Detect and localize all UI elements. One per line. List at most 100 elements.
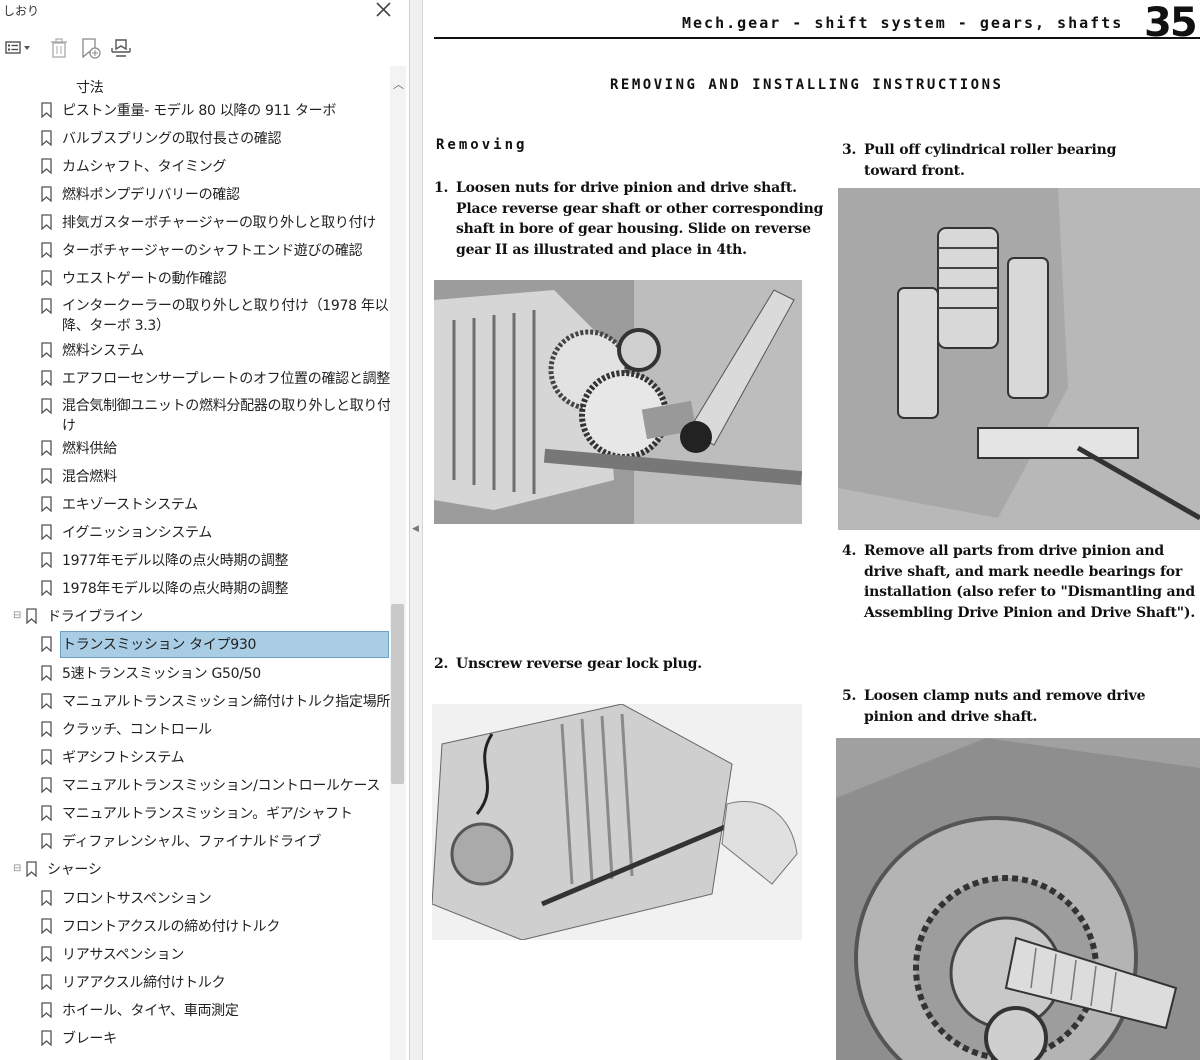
bookmark-item[interactable]: ⊟ シャーシ — [0, 856, 392, 884]
bookmark-label: 1977年モデル以降の点火時期の調整 — [62, 553, 289, 569]
step-2: 2. Unscrew reverse gear lock plug. — [434, 654, 702, 675]
bookmark-icon — [41, 440, 52, 456]
bookmark-item[interactable]: エアフローセンサープレートのオフ位置の確認と調整 — [0, 365, 392, 393]
step-number: 1. — [434, 180, 449, 196]
bookmark-label: フロントアクスルの締め付けトルク — [62, 919, 281, 935]
step-1: 1. Loosen nuts for drive pinion and drive… — [434, 178, 823, 260]
bookmark-item[interactable]: トランスミッション タイプ930 — [0, 631, 392, 659]
bookmark-icon — [41, 298, 52, 314]
bookmark-item[interactable]: ターボチャージャーのシャフトエンド遊びの確認 — [0, 237, 392, 265]
bookmark-label: ドライブライン — [47, 609, 143, 625]
find-current-bookmark-icon[interactable] — [108, 36, 134, 60]
new-bookmark-icon[interactable] — [78, 36, 102, 60]
bookmark-item[interactable]: 5速トランスミッション G50/50 — [0, 660, 392, 688]
bookmark-icon — [26, 608, 37, 624]
page-number: 35 — [1144, 0, 1198, 46]
bookmark-item[interactable]: マニュアルトランスミッション。ギア/シャフト — [0, 800, 392, 828]
step-3: 3. Pull off cylindrical roller bearing to… — [842, 140, 1116, 181]
bookmark-item[interactable]: リアサスペンション — [0, 941, 392, 969]
photo-gear-housing — [434, 280, 802, 524]
bookmark-item[interactable]: 1978年モデル以降の点火時期の調整 — [0, 575, 392, 603]
bookmark-icon — [41, 102, 52, 118]
step-text: Loosen nuts for drive pinion and drive s… — [456, 180, 824, 258]
bookmark-item[interactable]: リアアクスル締付けトルク — [0, 969, 392, 997]
section-heading: Removing — [436, 137, 528, 153]
bookmark-item[interactable]: フロントアクスルの締め付けトルク — [0, 913, 392, 941]
bookmarks-title: しおり — [3, 4, 40, 18]
bookmarks-scrollbar[interactable] — [390, 66, 406, 1060]
bookmark-label: エキゾーストシステム — [62, 497, 198, 513]
step-number: 5. — [842, 688, 857, 704]
bookmark-item[interactable]: フロントサスペンション — [0, 885, 392, 913]
bookmark-item[interactable]: エキゾーストシステム — [0, 491, 392, 519]
bookmark-icon — [41, 524, 52, 540]
scrollbar-thumb[interactable] — [391, 604, 404, 784]
bookmark-item[interactable]: マニュアルトランスミッション締付けトルク指定場所 — [0, 688, 392, 716]
bookmark-label: マニュアルトランスミッション。ギア/シャフト — [62, 806, 353, 822]
bookmark-label: ピストン重量- モデル 80 以降の 911 ターボ — [62, 103, 337, 119]
bookmark-icon — [41, 805, 52, 821]
bookmark-item[interactable]: ブレーキ — [0, 1025, 392, 1053]
bookmark-item[interactable]: インタークーラーの取り外しと取り付け（1978 年以降、ターボ 3.3） — [0, 293, 392, 334]
collapse-toggle-icon[interactable]: ⊟ — [13, 863, 21, 874]
bookmark-item[interactable]: ホイール、タイヤ、車両測定 — [0, 997, 392, 1025]
bookmark-item[interactable]: バルブスプリングの取付長さの確認 — [0, 125, 392, 153]
bookmark-label: ディファレンシャル、ファイナルドライブ — [62, 834, 322, 850]
photo-drive-shaft — [836, 738, 1200, 1060]
bookmark-icon — [41, 580, 52, 596]
photo-lock-plug — [432, 704, 802, 940]
bookmark-item[interactable]: ピストン重量- モデル 80 以降の 911 ターボ — [0, 97, 392, 125]
bookmark-item[interactable]: クラッチ、コントロール — [0, 716, 392, 744]
bookmark-label: フロントサスペンション — [62, 891, 212, 907]
bookmark-icon — [41, 242, 52, 258]
scroll-up-chevron-icon[interactable]: ︿ — [393, 76, 404, 92]
bookmark-item[interactable]: 燃料ポンプデリバリーの確認 — [0, 181, 392, 209]
bookmarks-panel: しおり 寸法 ピストン重量- モデル 80 以降の 911 ターボ バルブスプリ… — [0, 0, 410, 1060]
bookmark-item[interactable]: 燃料供給 — [0, 435, 392, 463]
bookmark-item[interactable]: ウエストゲートの動作確認 — [0, 265, 392, 293]
bookmark-item[interactable]: 排気ガスターボチャージャーの取り外しと取り付け — [0, 209, 392, 237]
options-menu-icon[interactable] — [4, 36, 32, 60]
bookmark-label: ホイール、タイヤ、車両測定 — [62, 1003, 239, 1019]
bookmark-item[interactable]: ⊟ ドライブライン — [0, 603, 392, 631]
collapse-toggle-icon[interactable]: ⊟ — [13, 610, 21, 621]
delete-bookmark-icon[interactable] — [48, 36, 70, 60]
bookmark-item[interactable]: 混合気制御ユニットの燃料分配器の取り外しと取り付け — [0, 393, 392, 434]
bookmark-label: イグニッションシステム — [62, 525, 212, 541]
bookmark-label: クラッチ、コントロール — [62, 722, 212, 738]
step-text: Pull off cylindrical roller bearing towa… — [864, 142, 1117, 179]
bookmark-item[interactable]: カムシャフト、タイミング — [0, 153, 392, 181]
step-number: 3. — [842, 142, 857, 158]
bookmark-label: カムシャフト、タイミング — [62, 159, 227, 175]
bookmark-label: トランスミッション タイプ930 — [62, 637, 257, 653]
bookmark-label: 5速トランスミッション G50/50 — [62, 666, 261, 682]
bookmark-tree: 寸法 ピストン重量- モデル 80 以降の 911 ターボ バルブスプリングの取付長… — [0, 66, 392, 1060]
bookmark-icon — [41, 342, 52, 358]
bookmark-icon — [41, 214, 52, 230]
bookmark-label: エアフローセンサープレートのオフ位置の確認と調整 — [62, 371, 390, 387]
bookmark-icon — [41, 186, 52, 202]
photo-roller-bearing — [838, 188, 1200, 530]
bookmark-item[interactable]: ギアシフトシステム — [0, 744, 392, 772]
step-text: Unscrew reverse gear lock plug. — [456, 656, 702, 672]
bookmark-icon — [41, 552, 52, 568]
bookmark-icon — [41, 946, 52, 962]
bookmark-item[interactable]: 1977年モデル以降の点火時期の調整 — [0, 547, 392, 575]
step-text: Remove all parts from drive pinion and d… — [864, 543, 1196, 621]
bookmark-item[interactable]: ディファレンシャル、ファイナルドライブ — [0, 828, 392, 856]
bookmark-item[interactable]: 混合燃料 — [0, 463, 392, 491]
header-rule — [434, 37, 1200, 39]
close-icon[interactable] — [372, 0, 394, 22]
bookmark-label: ターボチャージャーのシャフトエンド遊びの確認 — [62, 243, 363, 259]
bookmark-label: ギアシフトシステム — [62, 750, 185, 766]
bookmark-label: 燃料ポンプデリバリーの確認 — [62, 187, 240, 203]
bookmark-item[interactable]: 燃料システム — [0, 337, 392, 365]
bookmark-icon — [41, 918, 52, 934]
bookmarks-header: しおり — [0, 0, 409, 24]
bookmark-label: 1978年モデル以降の点火時期の調整 — [62, 581, 289, 597]
collapse-panel-arrow-icon[interactable]: ◀ — [412, 524, 419, 534]
bookmark-icon — [41, 398, 52, 414]
bookmark-item[interactable]: マニュアルトランスミッション/コントロールケース — [0, 772, 392, 800]
bookmark-icon — [41, 749, 52, 765]
bookmark-item[interactable]: イグニッションシステム — [0, 519, 392, 547]
